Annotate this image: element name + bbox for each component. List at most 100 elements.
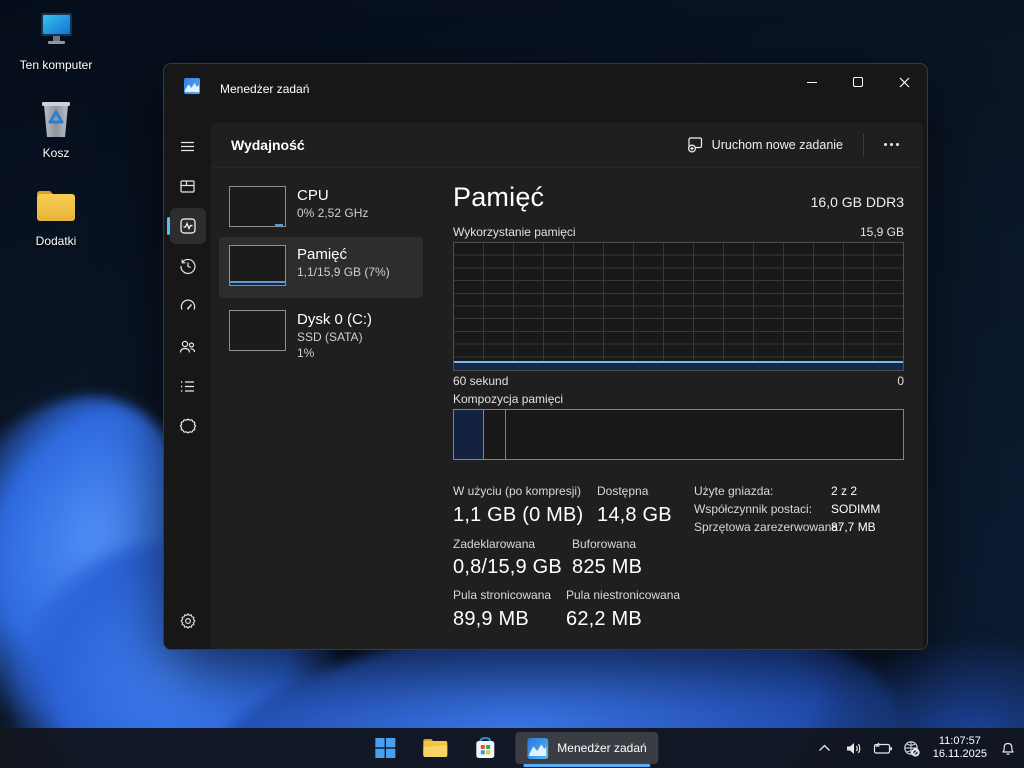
tray-date: 16.11.2025	[933, 748, 987, 761]
details-list-icon	[170, 368, 206, 404]
minimize-icon	[807, 82, 817, 83]
taskbar-clock[interactable]: 11:07:57 16.11.2025	[931, 735, 989, 761]
page-title: Wydajność	[231, 137, 305, 153]
composition-segment-in-use	[454, 410, 484, 459]
services-gear-icon	[170, 408, 206, 444]
cpu-mini-chart	[229, 186, 286, 227]
task-manager-icon	[527, 738, 548, 759]
app-icon-task-manager	[184, 78, 200, 99]
more-icon	[890, 143, 893, 146]
window-titlebar[interactable]: Menedżer zadań	[164, 64, 927, 122]
stat-value: 1,1 GB (0 MB)	[453, 504, 583, 527]
more-options-button[interactable]	[874, 135, 909, 154]
right-stat-value: 87,7 MB	[831, 520, 876, 534]
taskbar-app-label: Menedżer zadań	[557, 741, 646, 755]
cpu-mini-usage	[275, 224, 283, 226]
folder-icon	[32, 182, 80, 230]
stat-value: 89,9 MB	[453, 608, 529, 631]
tray-battery-icon[interactable]	[873, 734, 893, 762]
close-button[interactable]	[881, 64, 927, 100]
microsoft-store-button[interactable]	[465, 728, 505, 768]
right-stat-label: Użyte gniazda:	[694, 484, 773, 498]
memory-composition-bar[interactable]	[453, 409, 904, 460]
sidebar-item-processes[interactable]	[164, 166, 211, 206]
composition-segment-available	[506, 410, 903, 459]
header-divider	[863, 134, 864, 156]
desktop-icon-dodatki-folder[interactable]: Dodatki	[10, 182, 102, 248]
stat-value: 62,2 MB	[566, 608, 642, 631]
sidebar-item-services[interactable]	[164, 406, 211, 446]
speedometer-icon	[170, 288, 206, 324]
taskbar: Menedżer zadań 11:07:57 16.11.2025	[0, 728, 1024, 768]
memory-total-capacity: 16,0 GB DDR3	[811, 194, 904, 213]
content-card: Wydajność Uruchom nowe zadanie	[211, 122, 923, 649]
taskbar-task-manager-button[interactable]: Menedżer zadań	[515, 732, 658, 764]
tray-volume-icon[interactable]	[844, 734, 864, 762]
tray-chevron-up-icon[interactable]	[815, 734, 835, 762]
page-header: Wydajność Uruchom nowe zadanie	[211, 122, 923, 168]
sidebar-item-users[interactable]	[164, 326, 211, 366]
perf-item-detail2: 1%	[297, 345, 372, 361]
users-icon	[170, 328, 206, 364]
stat-label: Dostępna	[597, 484, 648, 498]
disk-mini-chart	[229, 310, 286, 351]
new-task-icon	[687, 136, 704, 153]
close-icon	[899, 77, 910, 88]
stat-label: W użyciu (po kompresji)	[453, 484, 581, 498]
selected-accent-bar	[167, 217, 170, 235]
more-icon	[884, 143, 887, 146]
computer-icon	[32, 6, 80, 54]
sidebar-item-details[interactable]	[164, 366, 211, 406]
stat-label: Pula stronicowana	[453, 588, 551, 602]
run-new-task-button[interactable]: Uruchom nowe zadanie	[677, 130, 853, 159]
perf-list-item-cpu[interactable]: CPU 0% 2,52 GHz	[219, 178, 423, 237]
desktop-icon-this-pc[interactable]: Ten komputer	[10, 6, 102, 72]
desktop-icon-recycle-bin[interactable]: Kosz	[10, 94, 102, 160]
microsoft-store-icon	[473, 736, 497, 760]
stat-value: 14,8 GB	[597, 504, 672, 527]
history-clock-icon	[170, 248, 206, 284]
start-button[interactable]	[365, 728, 405, 768]
stat-value: 825 MB	[572, 556, 642, 579]
composition-segment-modified	[484, 410, 506, 459]
right-stat-label: Współczynnik postaci:	[694, 502, 812, 516]
processes-icon	[170, 168, 206, 204]
memory-mini-chart	[229, 245, 286, 286]
sidebar-item-menu[interactable]	[164, 126, 211, 166]
window-title: Menedżer zadań	[220, 82, 309, 96]
memory-details-pane: Pamięć 16,0 GB DDR3 Wykorzystanie pamięc…	[453, 168, 904, 649]
sidebar-item-performance[interactable]	[164, 206, 211, 246]
sidebar-item-settings[interactable]	[164, 601, 211, 641]
more-icon	[896, 143, 899, 146]
maximize-icon	[853, 77, 863, 87]
memory-usage-chart	[453, 242, 904, 371]
minimize-button[interactable]	[789, 64, 835, 100]
sidebar-item-startup-apps[interactable]	[164, 286, 211, 326]
file-explorer-button[interactable]	[415, 728, 455, 768]
stat-value: 0,8/15,9 GB	[453, 556, 562, 579]
notification-bell-icon[interactable]	[998, 734, 1018, 762]
stat-label: Pula niestronicowana	[566, 588, 680, 602]
perf-item-detail: 0% 2,52 GHz	[297, 205, 368, 221]
desktop-icon-label: Kosz	[43, 146, 70, 160]
time-axis-left: 60 sekund	[453, 374, 508, 388]
memory-title: Pamięć	[453, 182, 544, 213]
perf-list-item-disk[interactable]: Dysk 0 (C:) SSD (SATA) 1%	[219, 302, 423, 366]
usage-chart-max: 15,9 GB	[860, 225, 904, 239]
hamburger-menu-icon	[170, 128, 206, 164]
tray-network-no-internet-icon[interactable]	[902, 734, 922, 762]
run-new-task-label: Uruchom nowe zadanie	[712, 138, 843, 152]
right-stat-value: SODIMM	[831, 502, 880, 516]
desktop-icon-label: Ten komputer	[20, 58, 93, 72]
perf-list-item-memory[interactable]: Pamięć 1,1/15,9 GB (7%)	[219, 237, 423, 298]
stat-label: Zadeklarowana	[453, 537, 535, 551]
desktop-icon-label: Dodatki	[36, 234, 77, 248]
windows-start-icon	[374, 737, 396, 759]
settings-gear-icon	[170, 603, 206, 639]
sidebar-item-app-history[interactable]	[164, 246, 211, 286]
right-stat-label: Sprzętowa zarezerwowana:	[694, 520, 841, 534]
navigation-sidebar	[164, 122, 211, 649]
desktop-icon-list: Ten komputer Kosz Dodatki	[10, 6, 102, 248]
performance-icon	[170, 208, 206, 244]
maximize-button[interactable]	[835, 64, 881, 100]
